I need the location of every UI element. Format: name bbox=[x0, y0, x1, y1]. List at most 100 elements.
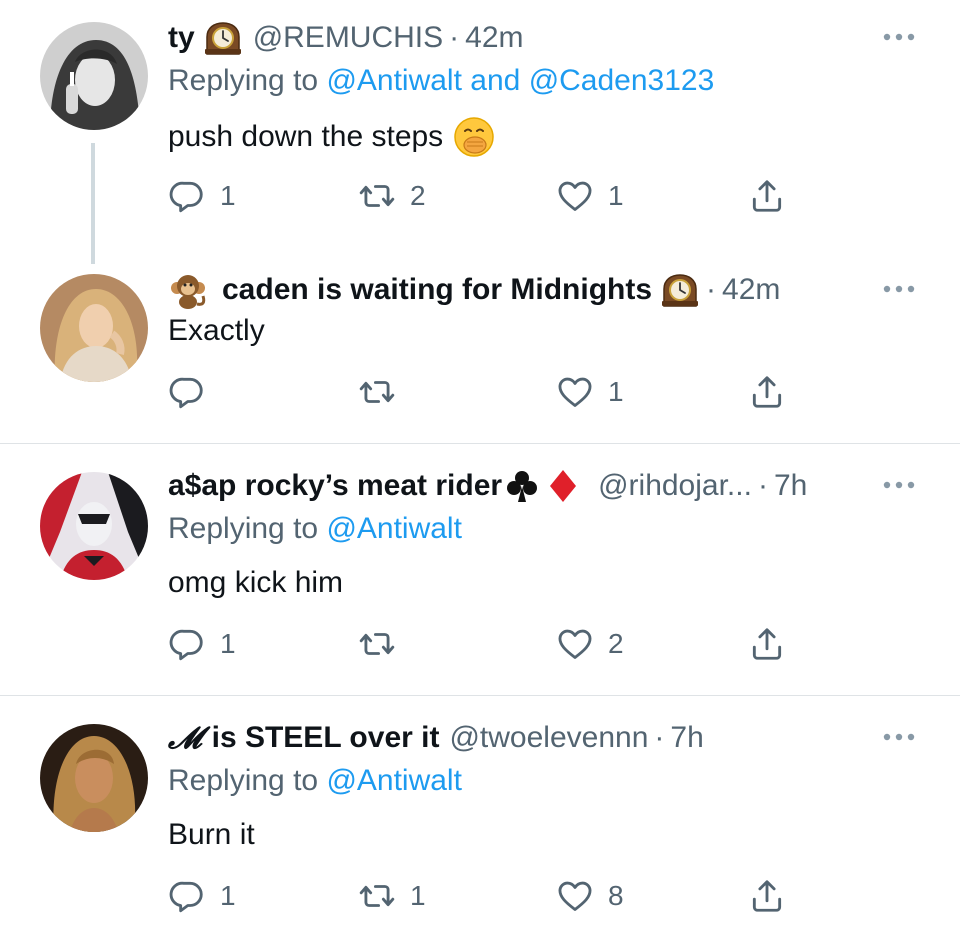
tweet-text-content: Exactly bbox=[168, 314, 265, 347]
monkey-emoji-icon bbox=[171, 275, 206, 309]
timestamp[interactable]: 7h bbox=[774, 469, 807, 503]
like-button[interactable]: 1 bbox=[556, 372, 624, 412]
separator: · bbox=[757, 469, 768, 502]
avatar[interactable] bbox=[40, 724, 148, 832]
reply-icon bbox=[168, 177, 206, 215]
replying-to-label: Replying to bbox=[168, 764, 319, 797]
reply-icon bbox=[168, 373, 206, 411]
retweet-icon bbox=[358, 625, 396, 663]
display-name-prefix[interactable]: 𝓜 bbox=[168, 721, 202, 756]
retweet-icon bbox=[358, 177, 396, 215]
reply-button[interactable] bbox=[168, 372, 220, 412]
like-count: 8 bbox=[608, 880, 624, 911]
mention-link[interactable]: @Caden3123 bbox=[529, 64, 715, 97]
tweet-text: omg kick him bbox=[168, 566, 343, 600]
like-button[interactable]: 8 bbox=[556, 876, 624, 916]
share-icon bbox=[748, 373, 786, 411]
action-bar: 1 1 8 bbox=[168, 876, 808, 916]
retweet-icon bbox=[358, 877, 396, 915]
hand-over-mouth-emoji-icon bbox=[454, 117, 494, 157]
tweet-text: Burn it bbox=[168, 818, 255, 852]
reply-count: 1 bbox=[220, 880, 236, 911]
thread-line bbox=[91, 143, 95, 264]
share-icon bbox=[748, 177, 786, 215]
tweet-header: caden is waiting for Midnights · 42m bbox=[168, 270, 780, 310]
action-bar: 1 2 bbox=[168, 624, 808, 664]
replying-to-label: Replying to bbox=[168, 512, 319, 545]
timestamp[interactable]: 42m bbox=[722, 273, 780, 307]
separator: · bbox=[706, 273, 717, 306]
display-name[interactable]: caden is waiting for Midnights bbox=[222, 273, 652, 307]
action-bar: 1 2 1 bbox=[168, 176, 808, 216]
like-count: 2 bbox=[608, 628, 624, 659]
separator: · bbox=[449, 21, 460, 54]
action-bar: 1 bbox=[168, 372, 808, 412]
mention-link[interactable]: @Antiwalt bbox=[326, 764, 462, 797]
avatar[interactable] bbox=[40, 274, 148, 382]
handle[interactable]: @twoelevennn bbox=[449, 721, 648, 755]
retweet-icon bbox=[358, 373, 396, 411]
more-options-icon[interactable] bbox=[882, 732, 916, 742]
reply-button[interactable]: 1 bbox=[168, 624, 236, 664]
retweet-button[interactable] bbox=[358, 372, 410, 412]
replying-to: Replying to @Antiwalt and @Caden3123 bbox=[168, 64, 714, 98]
share-button[interactable] bbox=[748, 372, 786, 412]
avatar[interactable] bbox=[40, 472, 148, 580]
retweet-button[interactable]: 1 bbox=[358, 876, 426, 916]
avatar[interactable] bbox=[40, 22, 148, 130]
tweet-text-content: Burn it bbox=[168, 818, 255, 851]
divider bbox=[0, 443, 960, 444]
retweet-count: 1 bbox=[410, 880, 426, 911]
club-suit-icon bbox=[507, 471, 538, 502]
mention-link[interactable]: @Antiwalt bbox=[326, 512, 462, 545]
more-options-icon[interactable] bbox=[882, 480, 916, 490]
tweet-text: push down the steps bbox=[168, 116, 495, 158]
tweet-text: Exactly bbox=[168, 314, 265, 348]
like-icon bbox=[556, 877, 594, 915]
share-button[interactable] bbox=[748, 176, 786, 216]
mention-conjunction: and bbox=[470, 64, 521, 97]
tweet-header: a$ap rocky’s meat rider @rihdojar... · 7… bbox=[168, 466, 807, 506]
share-button[interactable] bbox=[748, 624, 786, 664]
share-icon bbox=[748, 625, 786, 663]
share-icon bbox=[748, 877, 786, 915]
retweet-button[interactable] bbox=[358, 624, 410, 664]
reply-icon bbox=[168, 877, 206, 915]
separator: · bbox=[654, 721, 665, 754]
reply-count: 1 bbox=[220, 180, 236, 211]
retweet-button[interactable]: 2 bbox=[358, 176, 426, 216]
tweet-text-content: omg kick him bbox=[168, 566, 344, 599]
reply-button[interactable]: 1 bbox=[168, 176, 236, 216]
divider bbox=[0, 695, 960, 696]
tweet-header: ty @REMUCHIS · 42m bbox=[168, 18, 524, 58]
timestamp[interactable]: 42m bbox=[465, 21, 523, 55]
diamond-suit-icon bbox=[550, 470, 577, 502]
replying-to-label: Replying to bbox=[168, 64, 319, 97]
timestamp[interactable]: 7h bbox=[670, 721, 703, 755]
display-name[interactable]: is STEEL over it bbox=[212, 721, 440, 755]
like-button[interactable]: 2 bbox=[556, 624, 624, 664]
share-button[interactable] bbox=[748, 876, 786, 916]
tweet-text-content: push down the steps bbox=[168, 120, 444, 153]
clock-emoji-icon bbox=[660, 273, 700, 307]
like-count: 1 bbox=[608, 180, 624, 211]
handle[interactable]: @REMUCHIS bbox=[253, 21, 443, 55]
like-icon bbox=[556, 177, 594, 215]
more-options-icon[interactable] bbox=[882, 32, 916, 42]
like-button[interactable]: 1 bbox=[556, 176, 624, 216]
like-count: 1 bbox=[608, 376, 624, 407]
more-options-icon[interactable] bbox=[882, 284, 916, 294]
handle[interactable]: @rihdojar... bbox=[598, 469, 752, 503]
reply-button[interactable]: 1 bbox=[168, 876, 236, 916]
reply-count: 1 bbox=[220, 628, 236, 659]
retweet-count: 2 bbox=[410, 180, 426, 211]
like-icon bbox=[556, 373, 594, 411]
display-name[interactable]: a$ap rocky’s meat rider bbox=[168, 469, 502, 503]
mention-link[interactable]: @Antiwalt bbox=[326, 64, 462, 97]
display-name[interactable]: ty bbox=[168, 21, 195, 55]
tweet-header: 𝓜 is STEEL over it @twoelevennn · 7h bbox=[168, 718, 704, 758]
replying-to: Replying to @Antiwalt bbox=[168, 512, 462, 546]
clock-emoji-icon bbox=[203, 21, 243, 55]
like-icon bbox=[556, 625, 594, 663]
reply-icon bbox=[168, 625, 206, 663]
